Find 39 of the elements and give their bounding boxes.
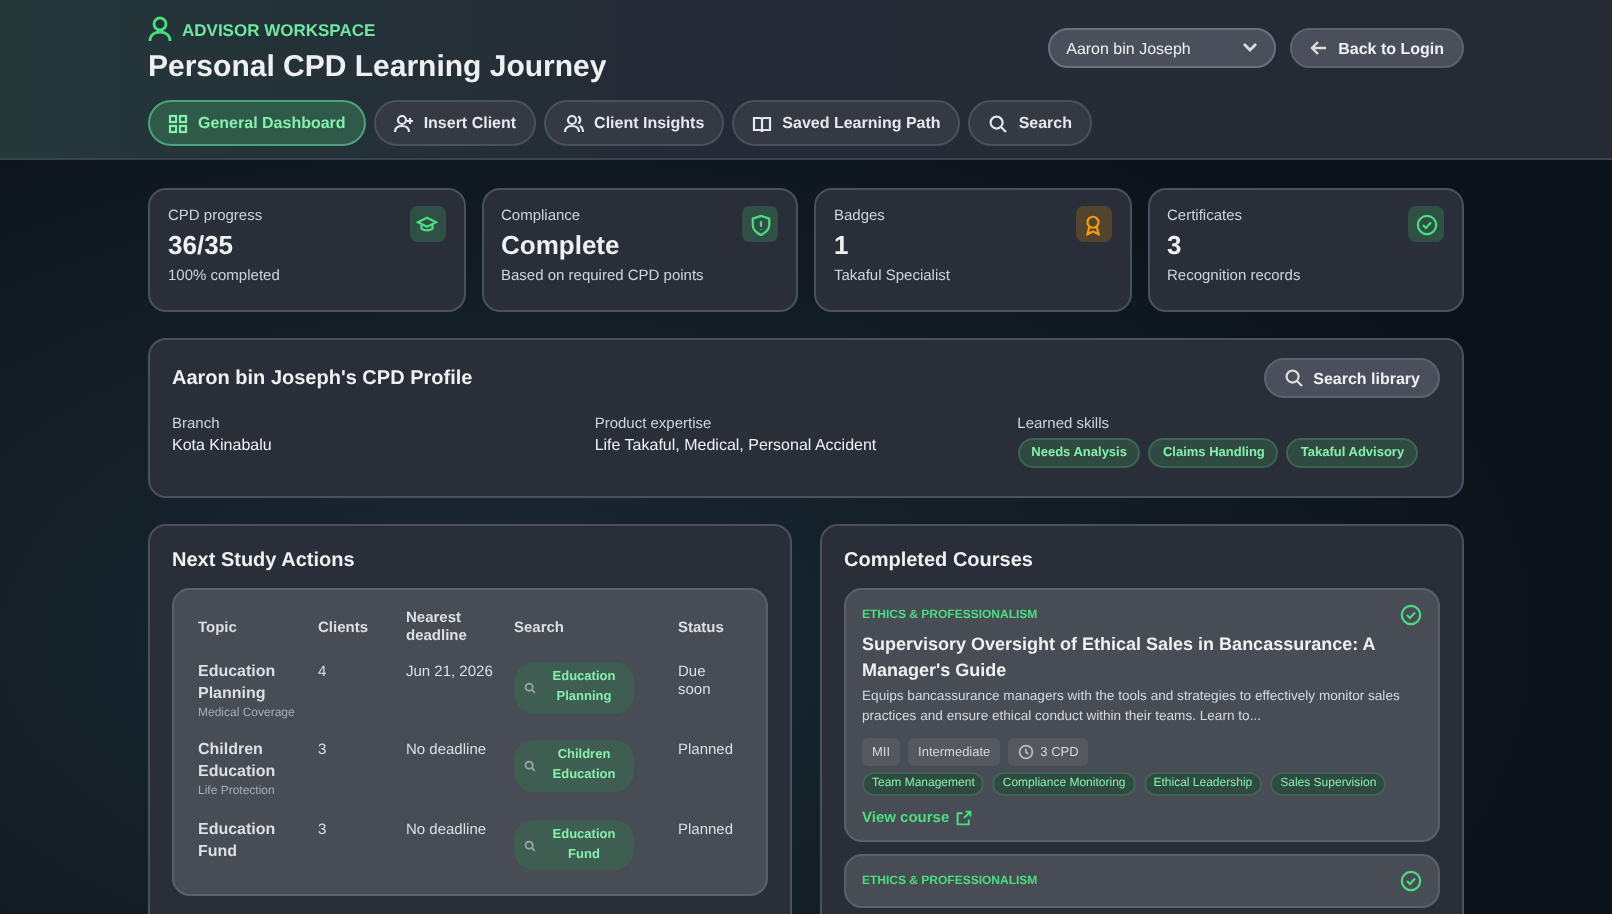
search-icon: [524, 839, 536, 852]
check-circle-icon: [1400, 604, 1422, 626]
workspace-label: ADVISOR WORKSPACE: [148, 16, 607, 42]
panel-title: Completed Courses: [844, 550, 1035, 572]
check-circle-icon: [1400, 870, 1422, 893]
topic-cell-text: Education Fund: [198, 819, 278, 863]
nav-tab[interactable]: Insert Client: [373, 100, 537, 146]
topic-cell-text: Children Education: [198, 740, 278, 784]
field-value: Life Takaful, Medical, Personal Accident: [594, 436, 879, 454]
panel-title: Next Study Actions: [172, 550, 357, 572]
advisor-select[interactable]: Aaron bin Joseph: [1048, 28, 1277, 68]
nav-tab[interactable]: General Dashboard: [148, 100, 366, 146]
book-icon: [752, 113, 773, 133]
topic-cell-text: Education Planning: [198, 662, 278, 706]
nav-tab[interactable]: Saved Learning Path: [732, 100, 961, 146]
course-title: Supervisory Oversight of Ethical Sales in Bancassurance: A Manager's Guide: [862, 632, 1377, 683]
stat-value: 36/35: [168, 230, 236, 260]
page-title: Personal CPD Learning Journey: [148, 50, 607, 84]
field-value: Kota Kinabalu: [172, 436, 274, 454]
chevron-icon: [1242, 42, 1259, 54]
search-icon: [524, 760, 536, 773]
clock-icon: [1018, 744, 1035, 761]
stat-value: Complete: [501, 230, 622, 260]
user-plus-icon: [393, 113, 414, 133]
search-icon: [1283, 368, 1304, 388]
external-link-icon: [955, 809, 972, 826]
stat-value: 3: [1167, 230, 1184, 260]
search-icon: [988, 113, 1009, 133]
stat-value: 1: [834, 230, 851, 260]
nav-tab[interactable]: Search: [968, 100, 1092, 146]
search-library-button[interactable]: Search library: [1263, 358, 1440, 398]
grid-icon: [168, 113, 188, 133]
back-button[interactable]: Back to Login: [1290, 28, 1464, 68]
user-icon: [148, 16, 172, 42]
search-icon: [524, 681, 536, 694]
users-icon: [564, 113, 585, 133]
profile-title: Aaron bin Joseph's CPD Profile: [172, 367, 473, 389]
nav-tab[interactable]: Client Insights: [544, 100, 725, 146]
arrow-left-icon: [1310, 40, 1329, 56]
